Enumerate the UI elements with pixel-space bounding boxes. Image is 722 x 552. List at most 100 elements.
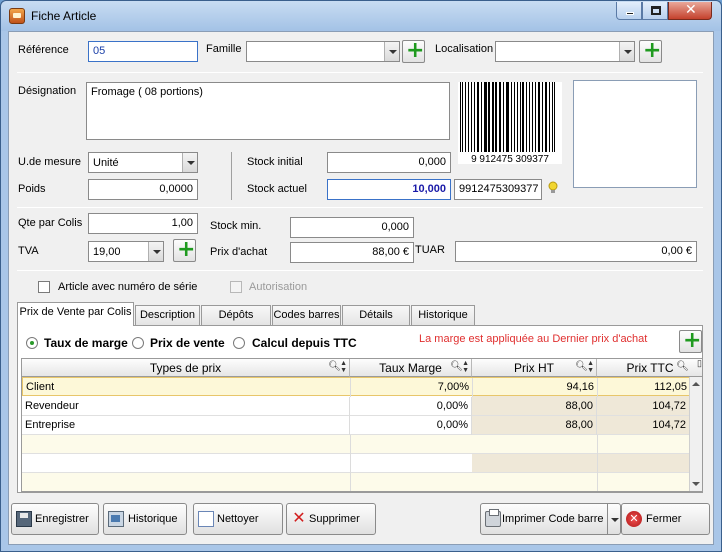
barcode-bar	[522, 82, 524, 156]
barcode-code-input[interactable]: 9912475309377	[454, 179, 542, 200]
famille-select[interactable]	[246, 41, 400, 62]
tab-depots[interactable]: Dépôts	[201, 305, 271, 325]
barcode-bar	[535, 82, 536, 156]
qte-colis-input[interactable]: 1,00	[88, 213, 198, 234]
designation-textarea[interactable]: Fromage ( 08 portions)	[86, 82, 450, 140]
cell-prix-ttc[interactable]: 104,72	[597, 397, 690, 416]
poids-value: 0,0000	[159, 183, 193, 195]
poids-label: Poids	[18, 183, 46, 195]
grid-scrollbar[interactable]	[689, 377, 702, 491]
supprimer-label: Supprimer	[309, 513, 360, 525]
reference-label: Référence	[18, 44, 69, 56]
cell-type[interactable]: Entreprise	[22, 416, 350, 435]
barcode-digits: 9 912475 309377	[471, 154, 549, 164]
nettoyer-button[interactable]: Nettoyer	[193, 503, 283, 535]
radio-prix-vente[interactable]	[132, 337, 144, 349]
sort-icon[interactable]: ▲ ▼	[587, 360, 594, 374]
tuar-input[interactable]: 0,00 €	[455, 241, 697, 262]
column-header-prix-ht[interactable]: Prix HT 🔍︎ ▲ ▼	[472, 359, 597, 377]
search-icon[interactable]: 🔍︎	[676, 361, 689, 372]
maximize-button[interactable]	[642, 2, 668, 20]
chevron-down-icon[interactable]	[148, 242, 163, 261]
tva-select[interactable]: 19,00	[88, 241, 164, 262]
cell-prix-ht[interactable]: 88,00	[472, 397, 597, 416]
table-row-empty	[22, 454, 691, 473]
autorisation-label: Autorisation	[249, 281, 308, 293]
marge-note: La marge est appliquée au Dernier prix d…	[419, 333, 648, 345]
tab-prix-vente[interactable]: Prix de Vente par Colis	[17, 302, 134, 326]
add-price-type-button[interactable]: +	[679, 328, 702, 353]
barcode-bar	[477, 82, 479, 156]
plus-icon: +	[643, 38, 662, 63]
radio-taux-marge[interactable]	[26, 337, 38, 349]
close-window-button[interactable]: ✕	[668, 2, 712, 20]
cell-prix-ttc[interactable]: 104,72	[597, 416, 690, 435]
tuar-value: 0,00 €	[661, 245, 692, 257]
cell-prix-ht[interactable]: 94,16	[473, 378, 598, 397]
imprimer-code-barre-button[interactable]: Imprimer Code barre	[480, 503, 608, 535]
fermer-label: Fermer	[646, 513, 682, 525]
tab-historique[interactable]: Historique	[411, 305, 475, 325]
image-preview[interactable]	[573, 80, 697, 188]
add-famille-button[interactable]: +	[402, 38, 425, 63]
sort-icon[interactable]: ▲ ▼	[462, 360, 469, 374]
stock-min-input[interactable]: 0,000	[290, 217, 414, 238]
tab-codes-barres[interactable]: Codes barres	[272, 305, 341, 325]
historique-button[interactable]: Historique	[103, 503, 187, 535]
udemesure-select[interactable]: Unité	[88, 152, 198, 173]
cell-taux[interactable]: 7,00%	[351, 378, 473, 397]
radio-calcul-ttc[interactable]	[233, 337, 245, 349]
chevron-down-icon[interactable]	[384, 42, 399, 61]
supprimer-button[interactable]: ✕ Supprimer	[286, 503, 376, 535]
cell-taux[interactable]: 0,00%	[350, 416, 472, 435]
fermer-button[interactable]: ✕ Fermer	[621, 503, 710, 535]
stock-actuel-input[interactable]: 10,000	[327, 179, 451, 200]
localisation-select[interactable]	[495, 41, 635, 62]
cell-taux[interactable]: 0,00%	[350, 397, 472, 416]
window: Fiche Article ✕ Référence 05 Famille + L…	[0, 0, 722, 552]
add-tva-button[interactable]: +	[173, 237, 196, 262]
delete-column-icon[interactable]: ▯	[697, 359, 702, 368]
imprimer-options-dropdown[interactable]	[607, 503, 621, 535]
reference-input[interactable]: 05	[88, 41, 198, 62]
scroll-down-icon[interactable]	[690, 478, 702, 490]
prix-achat-input[interactable]: 88,00 €	[290, 242, 414, 263]
prix-achat-value: 88,00 €	[372, 246, 409, 258]
enregistrer-button[interactable]: Enregistrer	[11, 503, 99, 535]
column-header-prix-ttc[interactable]: Prix TTC 🔍︎ ▯	[597, 359, 702, 377]
tab-details[interactable]: Détails	[342, 305, 410, 325]
table-row[interactable]: Revendeur 0,00% 88,00 104,72	[22, 397, 691, 416]
table-row[interactable]: Client 7,00% 94,16 112,05	[22, 377, 691, 397]
title-bar[interactable]: Fiche Article ✕	[1, 1, 721, 31]
column-header-taux[interactable]: Taux Marge 🔍︎ ▲ ▼	[350, 359, 472, 377]
minimize-button[interactable]	[616, 2, 642, 20]
serie-checkbox[interactable]	[38, 281, 50, 293]
barcode-bar	[462, 82, 463, 156]
column-header-types[interactable]: Types de prix 🔍︎ ▲ ▼	[22, 359, 350, 377]
price-grid[interactable]: Types de prix 🔍︎ ▲ ▼ Taux Marge 🔍︎ ▲ ▼ Prix HT…	[21, 358, 703, 492]
barcode-bar	[492, 82, 494, 156]
sort-icon[interactable]: ▲ ▼	[340, 360, 347, 374]
tab-description[interactable]: Description	[135, 305, 200, 325]
barcode-bar	[460, 82, 461, 156]
cell-type[interactable]: Client	[23, 378, 351, 397]
autorisation-checkbox[interactable]	[230, 281, 242, 293]
stock-initial-input[interactable]: 0,000	[327, 152, 451, 173]
footer-toolbar: Enregistrer Historique Nettoyer ✕ Suppri…	[9, 493, 713, 544]
barcode-bar	[503, 82, 504, 156]
printer-icon	[485, 509, 501, 527]
poids-input[interactable]: 0,0000	[88, 179, 198, 200]
add-localisation-button[interactable]: +	[639, 38, 662, 63]
lightbulb-icon[interactable]	[547, 181, 559, 195]
scroll-up-icon[interactable]	[690, 378, 702, 390]
chevron-down-icon[interactable]	[182, 153, 197, 172]
cell-prix-ht[interactable]: 88,00	[472, 416, 597, 435]
cell-prix-ttc[interactable]: 112,05	[598, 378, 691, 397]
barcode-bar	[554, 82, 555, 156]
chevron-down-icon[interactable]	[619, 42, 634, 61]
famille-label: Famille	[206, 43, 242, 55]
divider	[17, 72, 703, 73]
cell-type[interactable]: Revendeur	[22, 397, 350, 416]
tva-value: 19,00	[93, 246, 121, 258]
table-row[interactable]: Entreprise 0,00% 88,00 104,72	[22, 416, 691, 435]
